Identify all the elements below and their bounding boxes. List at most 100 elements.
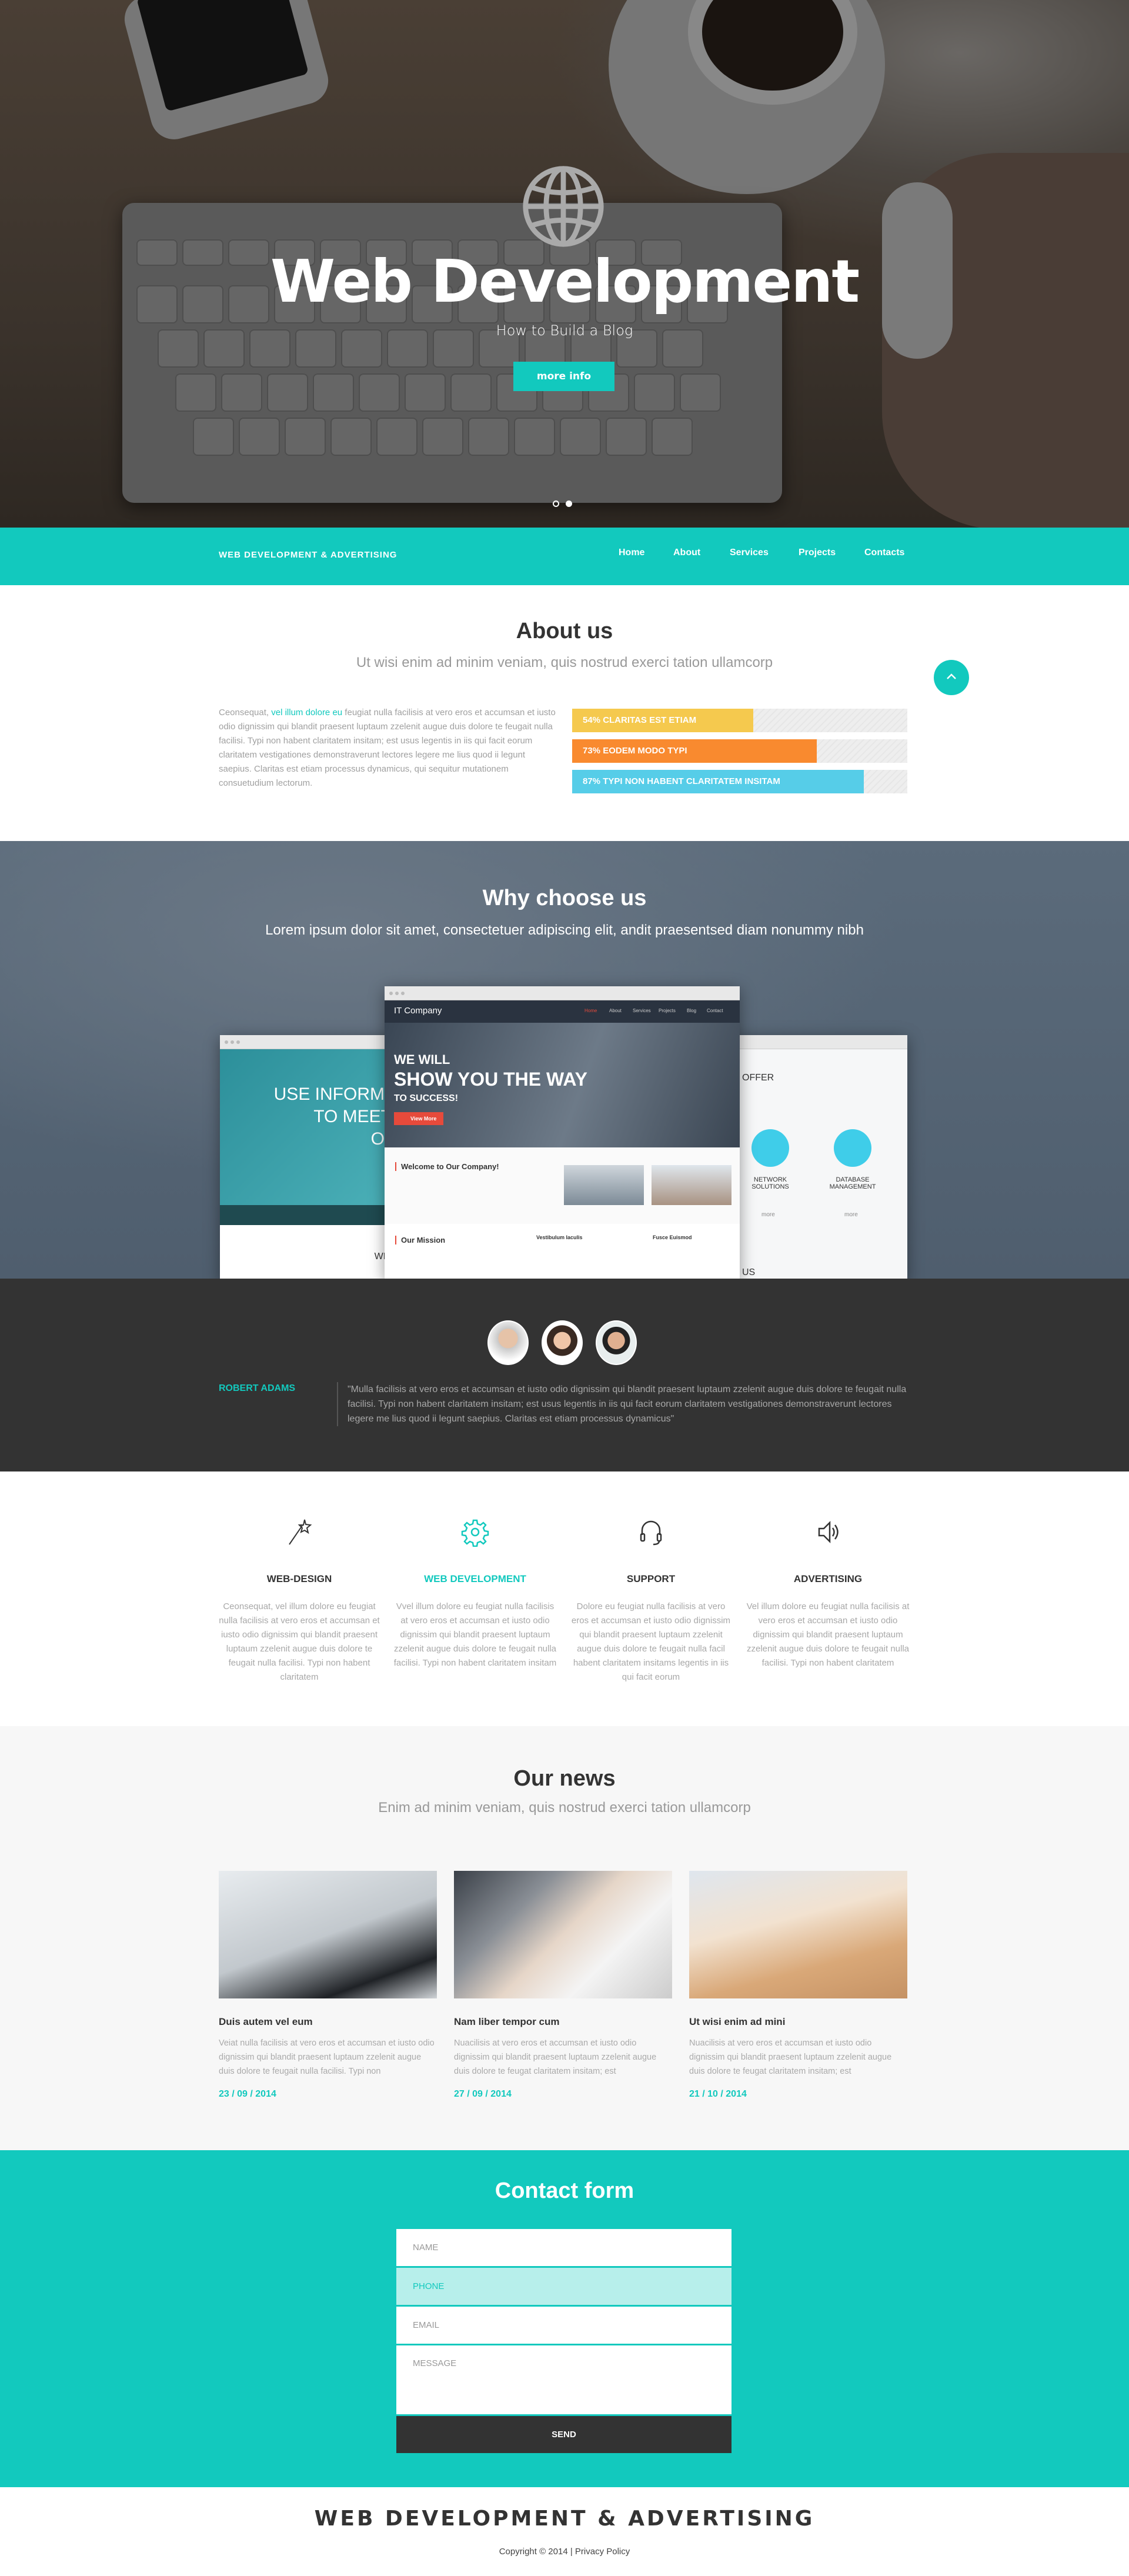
service-text: Vel illum dolore eu feugiat nulla facili…: [746, 1601, 910, 1668]
service-title: ADVERTISING: [793, 1573, 863, 1584]
mock-view-more-button: View More: [394, 1112, 444, 1125]
mock-right-heading: OFFER: [742, 1073, 774, 1083]
magic-wand-icon: [289, 1519, 312, 1545]
key: [405, 373, 446, 412]
mock-left-footer: WHA: [220, 1225, 396, 1262]
about-text-start: Ceonsequat,: [219, 708, 272, 718]
news-image[interactable]: [454, 1871, 672, 1998]
mock-right-item2: DATABASE MANAGEMENT: [829, 1176, 876, 1190]
gear-icon: [461, 1519, 489, 1547]
mock-left-line2: TO MEET: [313, 1107, 392, 1126]
news-text: Veiat nulla facilisis at vero eros et ac…: [219, 2038, 435, 2076]
brand-logo[interactable]: WEB DEVELOPMENT & ADVERTISING: [219, 550, 397, 560]
mock-nav-services: Services: [633, 1008, 651, 1013]
service-text: Dolore eu feugiat nulla facilisis at ver…: [571, 1601, 731, 1682]
more-info-button[interactable]: more info: [513, 362, 614, 391]
progress-bar-3: 87% TYPI NON HABENT CLARITATEM INSITAM: [572, 770, 907, 793]
progress-bar-1: 54% CLARITAS EST ETIAM: [572, 709, 907, 732]
progress-bar-2: 73% EODEM MODO TYPI: [572, 739, 907, 763]
news-card-3[interactable]: Ut wisi enim ad mini Nuacilisis at vero …: [689, 1871, 907, 2100]
key: [193, 418, 234, 456]
key: [267, 373, 308, 412]
testimonial-author: ROBERT ADAMS: [219, 1383, 296, 1393]
mock-feature-2: Fusce Euismod: [653, 1234, 692, 1240]
mock-hero-line1: WE WILL: [394, 1052, 450, 1067]
footer-copyright: Copyright © 2014 | Privacy Policy: [0, 2547, 1129, 2557]
mock-hands-photo: [652, 1165, 731, 1205]
globe-icon: [834, 1129, 871, 1167]
service-support: SUPPORT Dolore eu feugiat nulla facilisi…: [563, 1517, 739, 1684]
testimonial-quote: "Mulla facilisis at vero eros et accumsa…: [337, 1382, 907, 1426]
about-text-end: feugiat nulla facilisis at vero eros et …: [219, 708, 556, 788]
phone-field[interactable]: [396, 2268, 731, 2305]
mockup-left: USE INFORMA TO MEET OB WHA: [220, 1035, 396, 1279]
nav-about[interactable]: About: [673, 548, 700, 558]
scroll-to-top-button[interactable]: [934, 660, 969, 695]
key: [359, 373, 400, 412]
privacy-policy-link[interactable]: Privacy Policy: [575, 2547, 630, 2557]
news-title[interactable]: Nam liber tempor cum: [454, 2016, 672, 2028]
contact-title: Contact form: [495, 2178, 634, 2203]
message-field[interactable]: [396, 2345, 731, 2414]
service-title: WEB-DESIGN: [266, 1573, 332, 1584]
key: [514, 418, 555, 456]
avatar-3[interactable]: [596, 1320, 637, 1365]
progress-fill: 73% EODEM MODO TYPI: [572, 739, 817, 763]
news-date: 23 / 09 / 2014: [219, 2089, 276, 2099]
mock-right-more-1: more: [761, 1212, 775, 1218]
why-subtitle: Lorem ipsum dolor sit amet, consectetuer…: [265, 922, 864, 938]
key: [239, 418, 280, 456]
service-advertising: ADVERTISING Vel illum dolore eu feugiat …: [740, 1517, 916, 1670]
key: [330, 418, 372, 456]
phone-image: [119, 0, 334, 145]
mock-left-line1: USE INFORMA: [273, 1085, 396, 1104]
mock-nav-contact: Contact: [707, 1008, 723, 1013]
key: [376, 418, 417, 456]
key: [422, 418, 463, 456]
news-card-1[interactable]: Duis autem vel eum Veiat nulla facilisis…: [219, 1871, 437, 2100]
news-card-2[interactable]: Nam liber tempor cum Nuacilisis at vero …: [454, 1871, 672, 2100]
email-field[interactable]: [396, 2307, 731, 2344]
mockup-center: IT Company Home About Services Projects …: [385, 986, 740, 1279]
nav-services[interactable]: Services: [730, 548, 769, 558]
news-image[interactable]: [219, 1871, 437, 1998]
key: [634, 373, 675, 412]
mockup-right: OFFER NETWORK SOLUTIONS DATABASE MANAGEM…: [729, 1035, 907, 1279]
news-image[interactable]: [689, 1871, 907, 1998]
send-button[interactable]: SEND: [396, 2416, 731, 2453]
key: [652, 418, 693, 456]
news-text: Nuacilisis at vero eros et accumsan et i…: [689, 2038, 892, 2076]
progress-fill: 87% TYPI NON HABENT CLARITATEM INSITAM: [572, 770, 864, 793]
slide-dot-1[interactable]: [553, 500, 559, 507]
news-date: 27 / 09 / 2014: [454, 2089, 512, 2099]
hero-slider: Web Development How to Build a Blog more…: [0, 0, 1129, 528]
service-web-development: WEB DEVELOPMENT Vvel illum dolore eu feu…: [387, 1517, 563, 1670]
speaker-icon: [818, 1520, 839, 1544]
mock-right-more-2: more: [844, 1212, 858, 1218]
coffee-cup-image: [609, 0, 885, 194]
laptop-icon: [751, 1129, 789, 1167]
why-title: Why choose us: [482, 886, 647, 910]
news-title[interactable]: Ut wisi enim ad mini: [689, 2016, 907, 2028]
key: [175, 373, 216, 412]
news-title[interactable]: Duis autem vel eum: [219, 2016, 437, 2028]
nav-contacts[interactable]: Contacts: [864, 548, 904, 558]
mock-mission: Our Mission: [395, 1236, 445, 1244]
avatar-2[interactable]: [542, 1320, 583, 1365]
service-title: SUPPORT: [626, 1573, 676, 1584]
about-text-link[interactable]: vel illum dolore eu: [271, 708, 342, 718]
why-choose-us-section: Why choose us Lorem ipsum dolor sit amet…: [0, 841, 1129, 1279]
nav-projects[interactable]: Projects: [799, 548, 836, 558]
mock-nav-projects: Projects: [659, 1008, 676, 1013]
footer-brand: WEB DEVELOPMENT & ADVERTISING: [314, 2507, 815, 2531]
globe-icon: [523, 166, 604, 247]
mock-nav-home: Home: [584, 1008, 597, 1013]
avatar-1[interactable]: [487, 1320, 529, 1365]
mock-hero-line2: SHOW YOU THE WAY: [394, 1069, 587, 1090]
chevron-up-icon: [947, 673, 956, 679]
news-date: 21 / 10 / 2014: [689, 2089, 747, 2099]
nav-home[interactable]: Home: [619, 548, 644, 558]
name-field[interactable]: [396, 2229, 731, 2266]
service-text: Vvel illum dolore eu feugiat nulla facil…: [393, 1601, 557, 1668]
slide-dot-2-active[interactable]: [566, 500, 572, 507]
